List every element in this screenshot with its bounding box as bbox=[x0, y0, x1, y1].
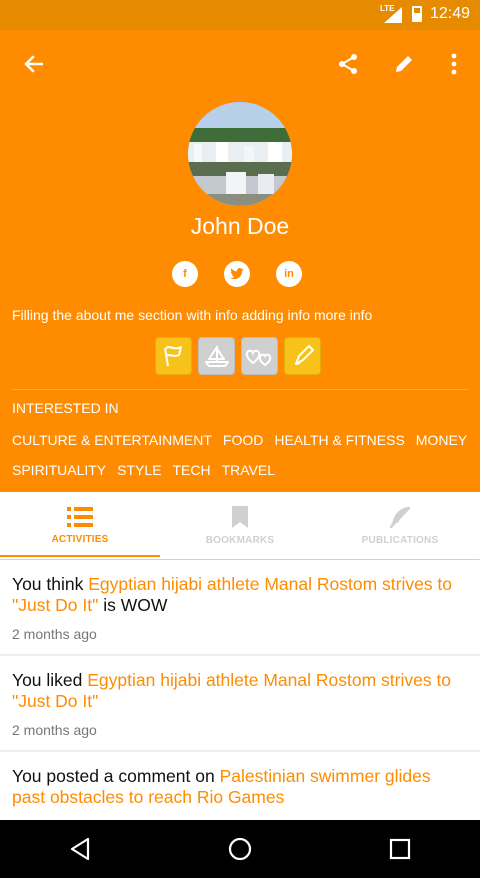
linkedin-icon[interactable]: in bbox=[276, 261, 302, 287]
divider bbox=[12, 389, 468, 390]
battery-icon bbox=[411, 6, 422, 22]
interest-row: SPIRITUALITY STYLE TECH TRAVEL bbox=[12, 462, 275, 478]
list-item: You liked Egyptian hijabi athlete Manal … bbox=[0, 656, 480, 750]
bookmark-icon bbox=[232, 506, 248, 528]
facebook-glyph: f bbox=[183, 268, 187, 280]
home-nav-icon[interactable] bbox=[160, 820, 320, 878]
recents-nav-icon[interactable] bbox=[320, 820, 480, 878]
edit-icon[interactable] bbox=[388, 48, 420, 80]
activity-suffix: is WOW bbox=[98, 595, 168, 615]
tab-label: ACTIVITIES bbox=[51, 534, 109, 545]
profile-name: John Doe bbox=[190, 213, 290, 239]
interest-chip[interactable]: MONEY bbox=[416, 432, 467, 448]
interest-chip[interactable]: TRAVEL bbox=[222, 462, 275, 478]
interest-chip[interactable]: TECH bbox=[173, 462, 211, 478]
signal-icon: LTE bbox=[380, 4, 404, 23]
share-icon[interactable] bbox=[332, 48, 364, 80]
status-bar: LTE 12:49 bbox=[0, 0, 480, 30]
hearts-badge-icon[interactable] bbox=[241, 337, 278, 375]
interest-chip[interactable]: FOOD bbox=[223, 432, 263, 448]
interest-chip[interactable]: SPIRITUALITY bbox=[12, 462, 106, 478]
avatar[interactable] bbox=[188, 102, 292, 206]
interest-chip[interactable]: CULTURE & ENTERTAINMENT bbox=[12, 432, 212, 448]
badge-list bbox=[155, 337, 321, 375]
arrow-back-icon[interactable] bbox=[17, 48, 49, 80]
activity-feed: You think Egyptian hijabi athlete Manal … bbox=[0, 560, 480, 820]
activity-prefix: You posted a comment on bbox=[12, 766, 220, 786]
activity-prefix: You think bbox=[12, 574, 89, 594]
tab-bookmarks[interactable]: BOOKMARKS bbox=[160, 492, 320, 559]
tab-activities[interactable]: ACTIVITIES bbox=[0, 492, 160, 559]
interest-chip[interactable]: HEALTH & FITNESS bbox=[274, 432, 404, 448]
list-icon bbox=[67, 507, 93, 527]
interest-row: CULTURE & ENTERTAINMENT FOOD HEALTH & FI… bbox=[12, 432, 467, 448]
activity-time: 2 months ago bbox=[12, 722, 97, 738]
tab-bar: ACTIVITIES BOOKMARKS PUBLICATIONS bbox=[0, 492, 480, 559]
list-item: You posted a comment on Palestinian swim… bbox=[0, 752, 480, 820]
activity-time: 2 months ago bbox=[12, 626, 97, 642]
status-time: 12:49 bbox=[429, 5, 470, 22]
interest-chip[interactable]: STYLE bbox=[117, 462, 161, 478]
profile-header: John Doe f in Filling the about me secti… bbox=[0, 30, 480, 492]
system-nav-bar bbox=[0, 820, 480, 878]
boat-badge-icon[interactable] bbox=[198, 337, 235, 375]
about-me-text: Filling the about me section with info a… bbox=[12, 307, 373, 323]
facebook-icon[interactable]: f bbox=[172, 261, 198, 287]
social-links: f in bbox=[172, 261, 302, 287]
linkedin-glyph: in bbox=[284, 268, 294, 280]
flag-badge-icon[interactable] bbox=[155, 337, 192, 375]
list-item: You think Egyptian hijabi athlete Manal … bbox=[0, 560, 480, 654]
quill-icon bbox=[389, 506, 411, 529]
twitter-icon[interactable] bbox=[224, 261, 250, 287]
tab-indicator bbox=[0, 555, 160, 557]
tab-label: PUBLICATIONS bbox=[361, 535, 439, 546]
tab-label: BOOKMARKS bbox=[205, 535, 275, 546]
pen-badge-icon[interactable] bbox=[284, 337, 321, 375]
interests-title: INTERESTED IN bbox=[12, 400, 119, 416]
activity-prefix: You liked bbox=[12, 670, 88, 690]
back-nav-icon[interactable] bbox=[0, 820, 160, 878]
more-vert-icon[interactable] bbox=[438, 48, 470, 80]
tab-publications[interactable]: PUBLICATIONS bbox=[320, 492, 480, 559]
